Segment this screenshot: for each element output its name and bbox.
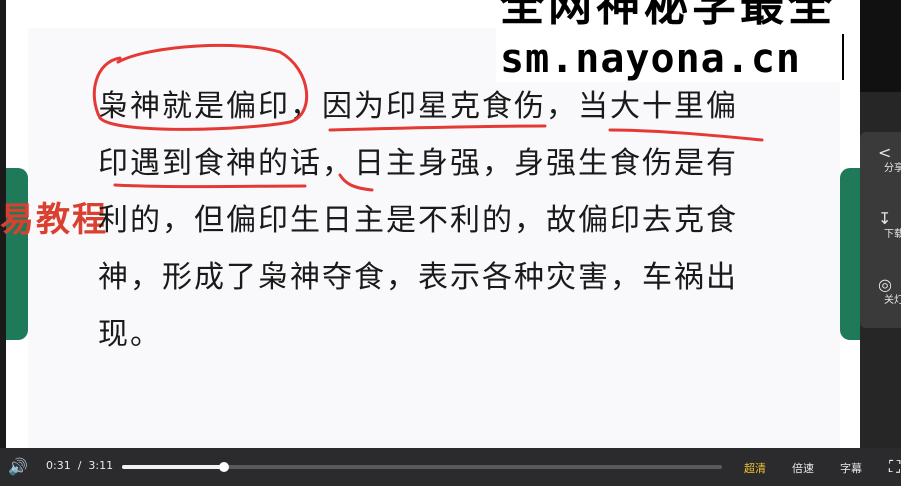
progress-played — [122, 465, 224, 469]
watermark-logo: 易教程 — [0, 200, 108, 240]
slide-text-line: 现。 — [98, 317, 162, 352]
slide-decoration-right — [840, 168, 860, 340]
light-off-label: 关灯 — [884, 295, 901, 306]
time-display: 0:31 / 3:11 — [46, 459, 113, 472]
watermark-banner-url: sm.nayona.cn — [500, 36, 801, 82]
speed-button[interactable]: 倍速 — [792, 460, 814, 476]
volume-icon[interactable]: 🔊 — [8, 457, 28, 476]
slide-decoration-left — [6, 168, 28, 340]
quality-button[interactable]: 超清 — [744, 460, 766, 476]
watermark-banner-title: 全网神秘学最全 — [500, 0, 836, 31]
slide-text-line: 利的，但偏印生日主是不利的，故偏印去克食 — [98, 203, 738, 238]
share-label: 分享 — [884, 163, 901, 174]
current-time: 0:31 — [46, 459, 71, 472]
bulb-icon: ◎ — [878, 275, 892, 294]
share-button[interactable]: < 分享 — [860, 132, 901, 192]
download-label: 下载 — [884, 229, 901, 240]
fullscreen-icon[interactable]: ⛶ — [889, 457, 900, 477]
slide-text-line: 神，形成了枭神夺食，表示各种灾害，车祸出 — [98, 260, 738, 295]
light-off-button[interactable]: ◎ 关灯 — [860, 264, 901, 324]
slide-text-line: 枭神就是偏印，因为印星克食伤，当大十里偏 — [98, 89, 738, 124]
control-bar: 🔊 0:31 / 3:11 超清 倍速 字幕 ⛶ — [0, 448, 901, 486]
subtitle-button[interactable]: 字幕 — [840, 460, 862, 476]
total-time: 3:11 — [88, 459, 114, 472]
watermark-banner: 全网神秘学最全 sm.nayona.cn — [496, 0, 848, 82]
slide-text-line: 印遇到食神的话，日主身强，身强生食伤是有 — [98, 146, 738, 181]
progress-bar[interactable] — [122, 462, 722, 472]
share-icon: < — [878, 143, 892, 162]
download-icon: ↧ — [878, 209, 892, 228]
text-cursor — [842, 34, 844, 80]
download-button[interactable]: ↧ 下载 — [860, 198, 901, 258]
time-separator: / — [74, 459, 85, 472]
video-player[interactable]: 易教程 枭神就是偏印，因为印星克食伤，当大十里偏 印遇到食神的话，日主身强，身强… — [0, 0, 901, 486]
slide-body-text: 枭神就是偏印，因为印星克食伤，当大十里偏 印遇到食神的话，日主身强，身强生食伤是… — [98, 78, 778, 363]
side-toolbar: < 分享 ↧ 下载 ◎ 关灯 — [860, 132, 901, 328]
progress-handle[interactable] — [219, 462, 229, 472]
